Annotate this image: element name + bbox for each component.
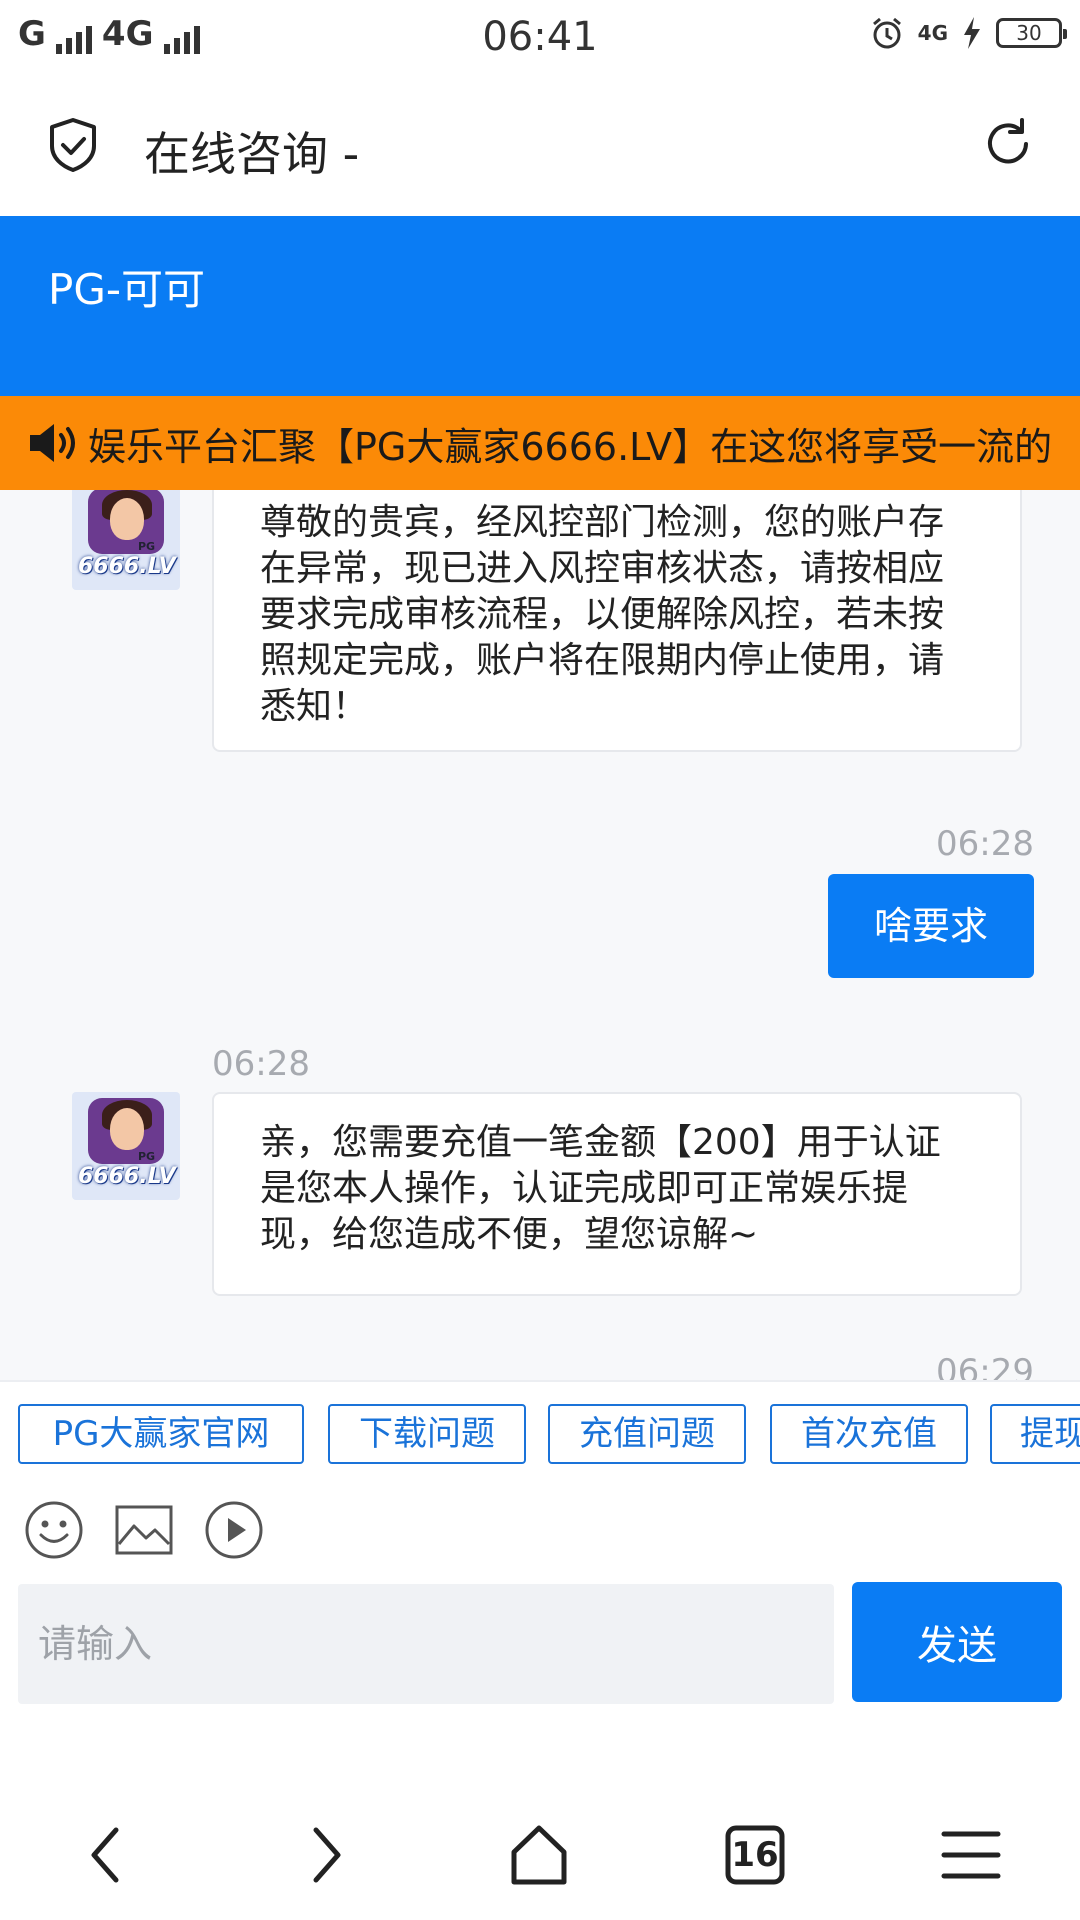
- charging-icon: [964, 17, 980, 49]
- agent-message: 亲，您需要充值一笔金额【200】用于认证是您本人操作，认证完成即可正常娱乐提现，…: [212, 1092, 1022, 1296]
- message-text: 啥要求: [873, 904, 988, 948]
- quick-reply-download[interactable]: 下载问题: [328, 1404, 526, 1464]
- browser-title-bar: 在线咨询 -: [0, 76, 1080, 216]
- battery-icon: 30: [996, 18, 1067, 48]
- agent-name: PG-可可: [48, 265, 206, 314]
- send-button[interactable]: 发送: [852, 1582, 1062, 1702]
- avatar-brand-label: 6666.LV: [78, 554, 176, 579]
- user-message: 啥要求: [827, 874, 1034, 978]
- status-icons: 4G 30: [870, 16, 1067, 50]
- quick-reply-bar[interactable]: PG大赢家官网 下载问题 充值问题 首次充值 提现: [0, 1380, 1080, 1494]
- emoji-icon[interactable]: [24, 1500, 84, 1560]
- message-list[interactable]: PG 6666.LV 尊敬的贵宾，经风控部门检测，您的账户存在异常，现已进入风控…: [0, 490, 1080, 1380]
- page-title: 在线咨询 -: [144, 127, 360, 181]
- speaker-icon: [30, 424, 75, 462]
- back-icon[interactable]: [72, 1820, 142, 1890]
- message-timestamp: 06:28: [212, 1044, 310, 1084]
- refresh-icon[interactable]: [980, 116, 1036, 172]
- quick-reply-official-site[interactable]: PG大赢家官网: [18, 1404, 304, 1464]
- quick-reply-first-deposit[interactable]: 首次充值: [770, 1404, 968, 1464]
- video-play-icon[interactable]: [204, 1500, 264, 1560]
- message-text: 亲，您需要充值一笔金额【200】用于认证是您本人操作，认证完成即可正常娱乐提现，…: [260, 1122, 941, 1255]
- alarm-icon: [872, 17, 901, 49]
- marquee-text: 娱乐平台汇聚【PG大赢家6666.LV】在这您将享受一流的: [88, 425, 1053, 469]
- forward-icon[interactable]: [290, 1820, 360, 1890]
- announcement-marquee[interactable]: 娱乐平台汇聚【PG大赢家6666.LV】在这您将享受一流的: [0, 396, 1080, 490]
- message-timestamp: 06:28: [936, 824, 1034, 864]
- agent-message: 尊敬的贵宾，经风控部门检测，您的账户存在异常，现已进入风控审核状态，请按相应要求…: [212, 490, 1022, 752]
- home-icon[interactable]: [504, 1820, 574, 1890]
- message-input[interactable]: [18, 1584, 834, 1704]
- quick-reply-deposit[interactable]: 充值问题: [548, 1404, 746, 1464]
- chat-header: PG-可可: [0, 216, 1080, 396]
- browser-bottom-nav: 16: [0, 1780, 1080, 1920]
- quick-reply-withdraw[interactable]: 提现: [990, 1404, 1080, 1464]
- tab-count: 16: [731, 1835, 779, 1875]
- agent-avatar: PG 6666.LV: [72, 490, 180, 590]
- tabs-button[interactable]: 16: [720, 1820, 790, 1890]
- image-icon[interactable]: [114, 1500, 174, 1560]
- avatar-pg-label: PG: [138, 1150, 156, 1163]
- avatar-pg-label: PG: [138, 540, 156, 553]
- menu-icon[interactable]: [936, 1820, 1006, 1890]
- message-text: 尊敬的贵宾，经风控部门检测，您的账户存在异常，现已进入风控审核状态，请按相应要求…: [260, 502, 945, 727]
- avatar-brand-label: 6666.LV: [78, 1164, 176, 1189]
- shield-check-icon[interactable]: [44, 116, 102, 174]
- message-timestamp: 06:29: [936, 1352, 1034, 1380]
- network-type-label: 4G: [917, 21, 948, 45]
- agent-avatar: PG 6666.LV: [72, 1092, 180, 1200]
- status-bar: G 4G 06:41 4G 30: [0, 0, 1080, 76]
